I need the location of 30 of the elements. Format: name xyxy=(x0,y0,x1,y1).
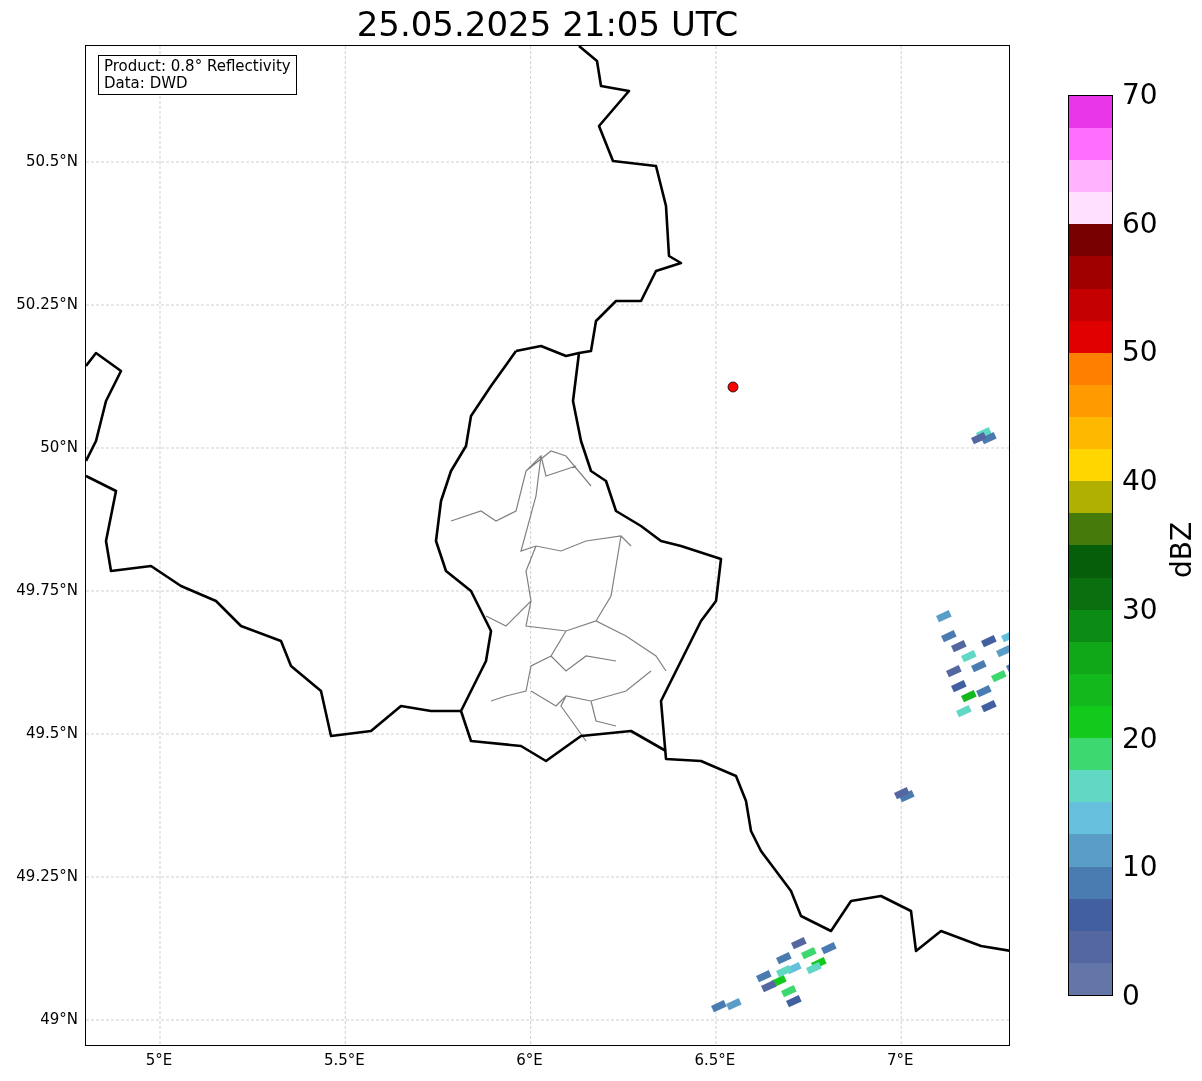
tick-label: 50.25°N xyxy=(16,295,78,313)
tick-label: 50°N xyxy=(40,438,78,456)
colorbar-tick-label: 70 xyxy=(1122,79,1158,111)
tick-label: 5°E xyxy=(145,1051,173,1069)
colorbar-tick-label: 60 xyxy=(1122,207,1158,240)
colorbar-tick-label: 0 xyxy=(1122,980,1140,1012)
radar-echo-drawing xyxy=(711,998,742,1013)
radar-echo-drawing xyxy=(776,937,837,975)
tick-label: 49.5°N xyxy=(25,724,78,742)
radar-site-marker xyxy=(727,381,739,393)
info-text: Product: 0.8° Reflectivity xyxy=(104,58,291,75)
tick-label: 5.5°E xyxy=(323,1051,365,1069)
colorbar-tick-label: 10 xyxy=(1122,851,1158,884)
colorbar-axis-label: dBZ xyxy=(1166,521,1198,579)
radar-echo-drawing xyxy=(756,965,802,1008)
tick-label: 6.5°E xyxy=(694,1051,736,1069)
colorbar-tick-label: 20 xyxy=(1122,722,1158,755)
radar-echo-drawing xyxy=(894,787,915,803)
colorbar-tick-label: 30 xyxy=(1122,593,1158,626)
tick-label: 49.25°N xyxy=(16,867,78,885)
tick-label: 49.75°N xyxy=(16,581,78,599)
tick-label: 6°E xyxy=(516,1051,543,1069)
info-text: Data: DWD xyxy=(104,75,189,92)
colorbar-tick-label: 50 xyxy=(1122,336,1158,369)
plot-title: 25.05.2025 21:05 UTC xyxy=(355,4,740,44)
tick-label: 7°E xyxy=(886,1051,914,1069)
tick-label: 49°N xyxy=(40,1010,78,1028)
radar-echo-drawing xyxy=(971,427,997,445)
colorbar-tick-label: 40 xyxy=(1122,465,1158,498)
tick-label: 50.5°N xyxy=(25,152,78,170)
